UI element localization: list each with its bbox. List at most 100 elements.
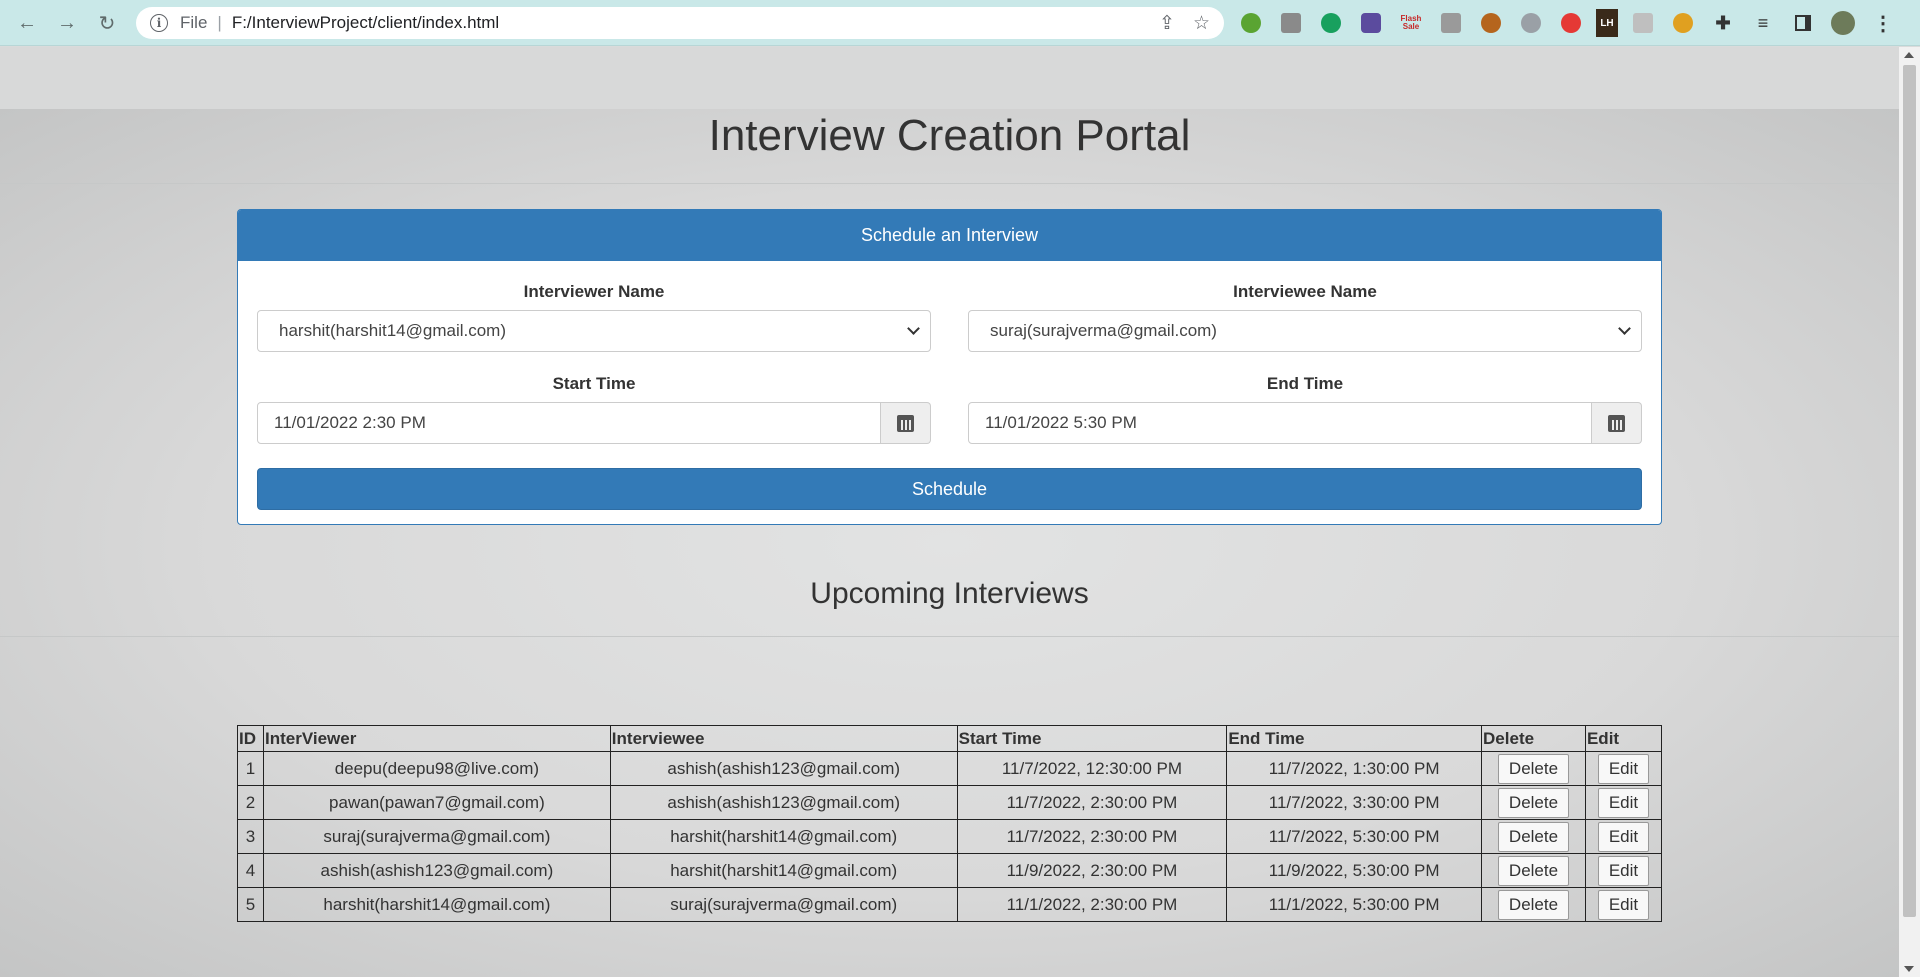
header-delete: Delete	[1481, 725, 1586, 752]
extension-react-icon[interactable]	[1516, 9, 1546, 37]
edit-button[interactable]: Edit	[1597, 787, 1650, 818]
end-time-input[interactable]: 11/01/2022 5:30 PM	[968, 402, 1592, 444]
start-time-input[interactable]: 11/01/2022 2:30 PM	[257, 402, 881, 444]
table-row: 3 suraj(surajverma@gmail.com) harshit(ha…	[237, 819, 1663, 854]
delete-button[interactable]: Delete	[1497, 855, 1570, 886]
menu-kebab-icon[interactable]: ⋮	[1868, 9, 1898, 37]
cell-start-time: 11/7/2022, 2:30:00 PM	[956, 819, 1228, 854]
cell-interviewer: suraj(surajverma@gmail.com)	[262, 819, 611, 854]
info-icon[interactable]: i	[150, 14, 168, 32]
delete-button[interactable]: Delete	[1497, 821, 1570, 852]
interviewee-label: Interviewee Name	[1233, 282, 1377, 301]
cell-end-time: 11/7/2022, 3:30:00 PM	[1226, 785, 1483, 820]
extension-grey-icon[interactable]	[1628, 9, 1658, 37]
cell-start-time: 11/9/2022, 2:30:00 PM	[956, 853, 1228, 888]
cell-start-time: 11/7/2022, 12:30:00 PM	[956, 751, 1228, 786]
cell-end-time: 11/9/2022, 5:30:00 PM	[1226, 853, 1483, 888]
browser-toolbar: ← → ↻ i File | F:/InterviewProject/clien…	[0, 0, 1920, 46]
interviewee-selected-value: suraj(surajverma@gmail.com)	[990, 321, 1217, 340]
edit-button[interactable]: Edit	[1597, 889, 1650, 920]
table-row: 1 deepu(deepu98@live.com) ashish(ashish1…	[237, 751, 1663, 786]
interviewer-select[interactable]: harshit(harshit14@gmail.com)	[257, 310, 931, 352]
extensions-bar: Flash Sale LH ✚ ≡ ⋮	[1236, 9, 1898, 37]
extension-cookie-icon[interactable]	[1476, 9, 1506, 37]
cell-id: 2	[237, 785, 264, 820]
vertical-scrollbar[interactable]	[1899, 47, 1920, 977]
delete-button[interactable]: Delete	[1497, 753, 1570, 784]
reading-list-icon[interactable]: ≡	[1748, 9, 1778, 37]
start-time-label: Start Time	[552, 374, 636, 393]
forward-arrow-icon[interactable]: →	[52, 8, 82, 38]
edit-button[interactable]: Edit	[1597, 821, 1650, 852]
chevron-down-icon	[1618, 322, 1631, 335]
side-panel-icon[interactable]	[1788, 9, 1818, 37]
cell-interviewee: suraj(surajverma@gmail.com)	[609, 887, 958, 922]
bookmark-star-icon[interactable]: ☆	[1193, 12, 1210, 35]
cell-interviewer: pawan(pawan7@gmail.com)	[262, 785, 611, 820]
edit-button[interactable]: Edit	[1597, 753, 1650, 784]
url-separator: |	[217, 13, 222, 32]
delete-button[interactable]: Delete	[1497, 889, 1570, 920]
divider	[0, 183, 1899, 184]
profile-avatar[interactable]	[1828, 9, 1858, 37]
scrollbar-thumb[interactable]	[1903, 65, 1916, 917]
cell-end-time: 11/7/2022, 5:30:00 PM	[1226, 819, 1483, 854]
extension-pen-icon[interactable]	[1668, 9, 1698, 37]
schedule-panel: Schedule an Interview Interviewer Name h…	[237, 209, 1662, 525]
back-arrow-icon[interactable]: ←	[12, 8, 42, 38]
extension-green-icon[interactable]	[1316, 9, 1346, 37]
extension-k-icon[interactable]	[1356, 9, 1386, 37]
reload-icon[interactable]: ↻	[92, 8, 122, 38]
cell-id: 4	[237, 853, 264, 888]
cell-start-time: 11/1/2022, 2:30:00 PM	[956, 887, 1228, 922]
extension-lh-icon[interactable]: LH	[1596, 9, 1618, 37]
url-text[interactable]: F:/InterviewProject/client/index.html	[232, 13, 499, 33]
cell-delete: Delete	[1481, 853, 1586, 888]
schedule-button[interactable]: Schedule	[257, 468, 1642, 510]
cell-interviewer: ashish(ashish123@gmail.com)	[262, 853, 611, 888]
cell-delete: Delete	[1481, 887, 1586, 922]
scroll-up-arrow-icon[interactable]	[1904, 52, 1914, 58]
extension-add-icon[interactable]	[1236, 9, 1266, 37]
extension-chart-icon[interactable]	[1276, 9, 1306, 37]
table-header-row: ID InterViewer Interviewee Start Time En…	[237, 725, 1663, 752]
panel-heading: Schedule an Interview	[238, 210, 1661, 261]
cell-edit: Edit	[1584, 751, 1663, 786]
page-title: Interview Creation Portal	[708, 111, 1191, 160]
calendar-icon	[1608, 414, 1625, 432]
start-time-picker: 11/01/2022 2:30 PM	[257, 402, 931, 444]
cell-interviewer: harshit(harshit14@gmail.com)	[262, 887, 611, 922]
interviewer-label: Interviewer Name	[523, 282, 665, 301]
extension-red-icon[interactable]	[1556, 9, 1586, 37]
start-calendar-button[interactable]	[881, 402, 931, 444]
cell-id: 5	[237, 887, 264, 922]
header-interviewer: InterViewer	[262, 725, 611, 752]
edit-button[interactable]: Edit	[1597, 855, 1650, 886]
extension-flash-sale-icon[interactable]: Flash Sale	[1396, 9, 1426, 37]
cell-edit: Edit	[1584, 785, 1663, 820]
cell-interviewer: deepu(deepu98@live.com)	[262, 751, 611, 786]
upcoming-interviews-heading: Upcoming Interviews	[810, 577, 1089, 610]
extensions-puzzle-icon[interactable]: ✚	[1708, 9, 1738, 37]
url-scheme: File	[180, 13, 208, 32]
cell-delete: Delete	[1481, 785, 1586, 820]
cell-edit: Edit	[1584, 819, 1663, 854]
extension-cart-icon[interactable]	[1436, 9, 1466, 37]
table-row: 2 pawan(pawan7@gmail.com) ashish(ashish1…	[237, 785, 1663, 820]
cell-end-time: 11/1/2022, 5:30:00 PM	[1226, 887, 1483, 922]
interviewee-select[interactable]: suraj(surajverma@gmail.com)	[968, 310, 1642, 352]
cell-interviewee: harshit(harshit14@gmail.com)	[609, 819, 958, 854]
cell-delete: Delete	[1481, 751, 1586, 786]
delete-button[interactable]: Delete	[1497, 787, 1570, 818]
end-calendar-button[interactable]	[1592, 402, 1642, 444]
header-interviewee: Interviewee	[609, 725, 958, 752]
cell-id: 1	[237, 751, 264, 786]
scroll-down-arrow-icon[interactable]	[1904, 966, 1914, 972]
share-icon[interactable]: ⇪	[1159, 12, 1175, 35]
header-edit: Edit	[1584, 725, 1663, 752]
cell-delete: Delete	[1481, 819, 1586, 854]
page-viewport: Interview Creation Portal Schedule an In…	[0, 47, 1899, 977]
chevron-down-icon	[907, 322, 920, 335]
address-bar[interactable]: i File | F:/InterviewProject/client/inde…	[136, 7, 1224, 39]
header-end-time: End Time	[1226, 725, 1483, 752]
